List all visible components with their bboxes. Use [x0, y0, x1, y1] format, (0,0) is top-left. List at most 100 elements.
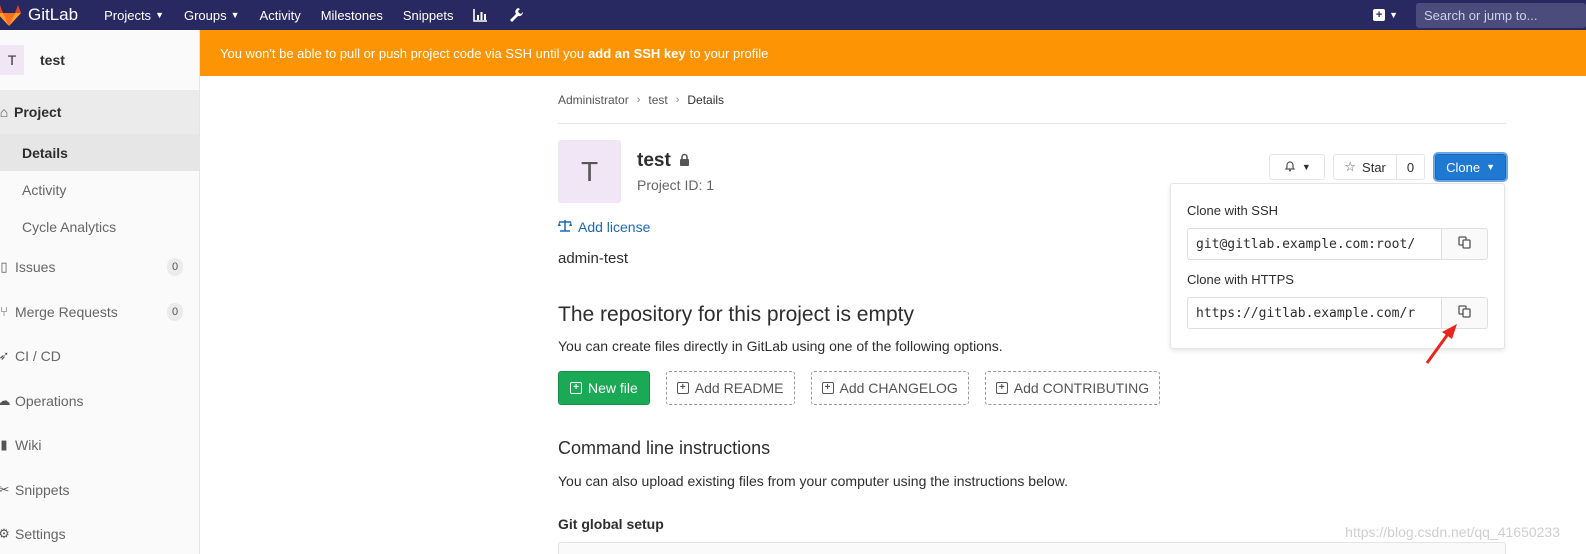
brand-name: GitLab [28, 5, 79, 24]
chevron-down-icon: ▼ [1486, 162, 1495, 172]
add-readme-button[interactable]: + Add README [665, 371, 795, 405]
plus-square-icon: + [1373, 9, 1386, 21]
add-license-link[interactable]: Add license [558, 219, 650, 235]
sidebar-subitem-label: Details [22, 144, 68, 161]
sidebar-item-ci-cd[interactable]: ➶ CI / CD [0, 334, 199, 379]
project-description: admin-test [558, 250, 629, 267]
git-global-setup-heading: Git global setup [558, 516, 664, 532]
lock-icon [679, 150, 690, 172]
code-block [558, 542, 1506, 554]
copy-icon [1458, 305, 1471, 321]
sidebar-item-project[interactable]: ⌂ Project [0, 90, 199, 134]
nav-milestones[interactable]: Milestones [321, 8, 383, 23]
star-button[interactable]: ☆ Star [1333, 154, 1397, 180]
sidebar-item-label: Operations [15, 392, 84, 409]
bell-icon [1284, 160, 1296, 175]
project-actions: ▼ ☆ Star 0 Clone ▼ [1269, 154, 1506, 180]
scale-icon [558, 219, 572, 235]
plus-square-icon: + [570, 382, 582, 394]
chevron-down-icon: ▼ [1389, 10, 1398, 20]
sidebar-item-merge-requests[interactable]: ⑂ Merge Requests 0 [0, 290, 199, 335]
sidebar-item-label: Settings [15, 526, 66, 543]
ssh-key-alert: You won't be able to pull or push projec… [200, 30, 1586, 76]
issues-icon: ▯ [0, 259, 8, 275]
notification-dropdown[interactable]: ▼ [1269, 154, 1326, 180]
nav-activity[interactable]: Activity [260, 8, 301, 23]
plus-square-icon: + [676, 382, 689, 394]
nav-groups[interactable]: Groups ▼ [184, 8, 240, 23]
alert-text-before: You won't be able to pull or push projec… [220, 45, 585, 61]
wrench-icon[interactable] [509, 7, 524, 23]
add-contributing-button[interactable]: + Add CONTRIBUTING [984, 371, 1161, 405]
sidebar-item-settings[interactable]: ⚙ Settings [0, 512, 199, 554]
merge-request-icon: ⑂ [0, 304, 8, 320]
clone-https-label: Clone with HTTPS [1187, 272, 1294, 287]
main-content: Administrator › test › Details T test Pr… [558, 76, 1506, 554]
search-input[interactable]: Search or jump to... [1416, 2, 1586, 28]
sidebar-subitem-activity[interactable]: Activity [0, 171, 199, 208]
https-url-input[interactable]: https://gitlab.example.com/r [1187, 297, 1441, 329]
nav-projects[interactable]: Projects ▼ [104, 8, 164, 23]
count-badge: 0 [167, 302, 183, 321]
watermark: https://blog.csdn.net/qq_41650233 [1345, 524, 1560, 540]
breadcrumb-current[interactable]: Details [687, 93, 724, 107]
chevron-right-icon: › [636, 93, 641, 106]
plus-square-icon: + [995, 382, 1008, 394]
nav-snippets-label: Snippets [402, 7, 454, 23]
clone-button[interactable]: Clone ▼ [1435, 154, 1506, 180]
project-avatar: T [0, 45, 24, 75]
sidebar-subitem-details[interactable]: Details [0, 134, 199, 171]
add-license-label: Add license [578, 219, 651, 235]
clone-label: Clone [1446, 159, 1481, 175]
sidebar-project-name: test [40, 52, 65, 68]
gitlab-logo[interactable]: GitLab [0, 3, 78, 27]
sidebar-item-operations[interactable]: ☁ Operations [0, 379, 199, 424]
sidebar-item-label: CI / CD [15, 348, 61, 365]
project-id: Project ID: 1 [637, 177, 715, 193]
sidebar: T test ⌂ Project Details Activity Cycle … [0, 30, 200, 554]
star-label: Star [1362, 159, 1386, 175]
new-item-dropdown[interactable]: + ▼ [1373, 9, 1398, 21]
sidebar-item-snippets[interactable]: ✂ Snippets [0, 468, 199, 513]
add-ssh-key-link[interactable]: add an SSH key [588, 46, 686, 61]
add-readme-label: Add README [694, 380, 784, 396]
breadcrumb-project[interactable]: test [648, 93, 667, 107]
sidebar-item-label: Snippets [15, 481, 70, 498]
nav-activity-label: Activity [259, 7, 301, 23]
breadcrumb: Administrator › test › Details [558, 76, 1506, 124]
sidebar-subitem-cycle-analytics[interactable]: Cycle Analytics [0, 208, 199, 245]
project-title: test [637, 150, 671, 171]
nav-groups-label: Groups [183, 7, 227, 23]
add-changelog-button[interactable]: + Add CHANGELOG [810, 371, 969, 405]
chevron-down-icon: ▼ [230, 10, 240, 20]
breadcrumb-administrator[interactable]: Administrator [558, 93, 629, 107]
gear-icon: ⚙ [0, 526, 10, 542]
book-icon: ▮ [0, 437, 8, 453]
sidebar-item-label: Issues [15, 259, 56, 276]
clone-ssh-label: Clone with SSH [1187, 203, 1279, 218]
nav-snippets[interactable]: Snippets [403, 8, 454, 23]
sidebar-item-issues[interactable]: ▯ Issues 0 [0, 245, 199, 290]
search-placeholder: Search or jump to... [1424, 7, 1538, 23]
sidebar-project-header[interactable]: T test [0, 30, 199, 90]
cloud-gear-icon: ☁ [0, 392, 11, 408]
alert-text-after: to your profile [689, 45, 769, 61]
star-count[interactable]: 0 [1396, 154, 1426, 180]
nav-milestones-label: Milestones [320, 7, 383, 23]
sidebar-item-wiki[interactable]: ▮ Wiki [0, 423, 199, 468]
copy-ssh-button[interactable] [1441, 228, 1488, 260]
count-badge: 0 [167, 258, 183, 277]
new-file-button[interactable]: + New file [558, 371, 650, 405]
home-icon: ⌂ [0, 104, 9, 120]
ssh-url-input[interactable]: git@gitlab.example.com:root/ [1187, 228, 1441, 260]
sidebar-item-label: Wiki [15, 437, 42, 454]
project-header: T test Project ID: 1 [558, 140, 714, 203]
project-avatar-large: T [558, 140, 621, 203]
chart-icon[interactable] [473, 8, 488, 22]
chevron-down-icon: ▼ [1301, 162, 1311, 172]
sidebar-item-label: Merge Requests [15, 303, 118, 320]
add-changelog-label: Add CHANGELOG [839, 380, 958, 396]
command-line-subtitle: You can also upload existing files from … [558, 473, 1068, 489]
file-action-buttons: + New file + Add README + Add CHANGELOG … [558, 371, 1176, 405]
empty-repo-subtitle: You can create files directly in GitLab … [558, 338, 1003, 354]
